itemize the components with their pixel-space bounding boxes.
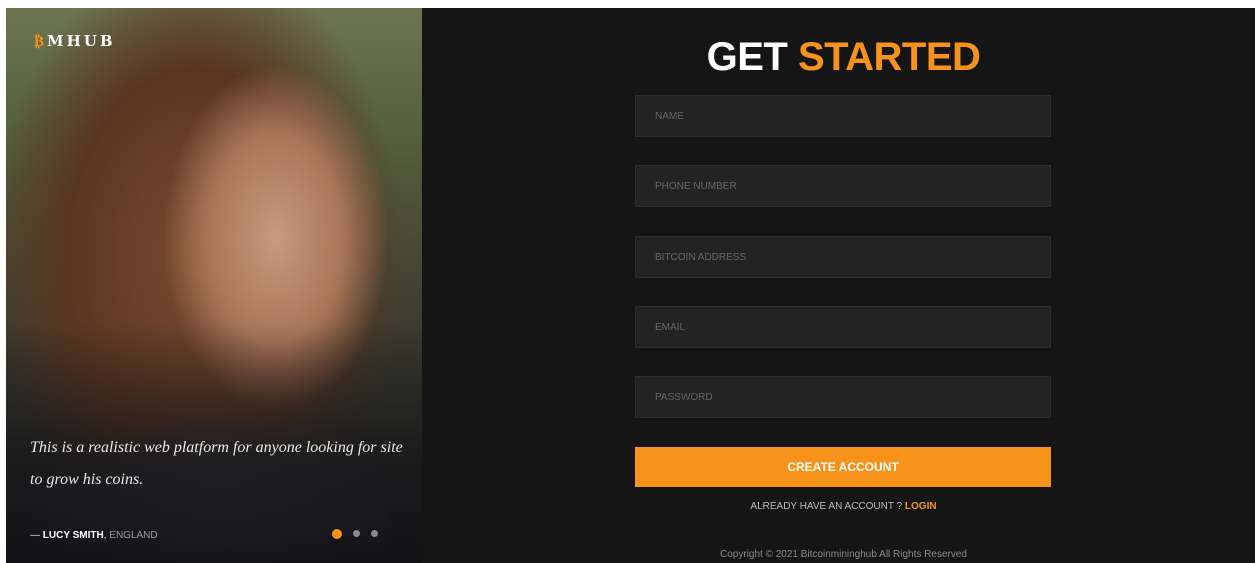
name-input[interactable]	[635, 95, 1051, 137]
create-account-button[interactable]: CREATE ACCOUNT	[635, 447, 1051, 487]
bitcoin-icon: ₿	[34, 32, 48, 50]
testimonial-author: — LUCY SMITH, ENGLAND	[30, 530, 158, 541]
author-dash: —	[30, 530, 43, 541]
signup-form-panel: GET STARTED CREATE ACCOUNT ALREADY HAVE …	[422, 8, 1255, 563]
slider-dots	[332, 528, 378, 539]
page-title: GET STARTED	[422, 34, 1255, 80]
slider-dot-1[interactable]	[332, 528, 342, 539]
email-input[interactable]	[635, 306, 1051, 348]
testimonial-quote: This is a realistic web platform for any…	[30, 439, 403, 488]
title-started: STARTED	[797, 35, 981, 79]
login-link[interactable]: LOGIN	[905, 501, 937, 512]
author-location: ENGLAND	[106, 530, 158, 541]
brand-name: MHUB	[47, 32, 116, 50]
slider-dot-3[interactable]	[371, 530, 378, 537]
password-input[interactable]	[635, 376, 1051, 418]
phone-number-input[interactable]	[635, 165, 1051, 207]
signup-page: ₿MHUB This is a realistic web platform f…	[6, 8, 1255, 563]
bitcoin-address-input[interactable]	[635, 236, 1051, 278]
author-name: LUCY SMITH	[42, 530, 104, 541]
testimonial-slider: ₿MHUB This is a realistic web platform f…	[6, 8, 422, 563]
slider-dot-2[interactable]	[353, 530, 360, 537]
brand-logo[interactable]: ₿MHUB	[34, 32, 116, 51]
title-get: GET	[706, 35, 788, 79]
login-prompt: ALREADY HAVE AN ACCOUNT ? LOGIN	[422, 501, 1255, 512]
login-prompt-text: ALREADY HAVE AN ACCOUNT ?	[750, 501, 905, 512]
copyright-text: Copyright © 2021 Bitcoinmininghub All Ri…	[720, 549, 967, 560]
